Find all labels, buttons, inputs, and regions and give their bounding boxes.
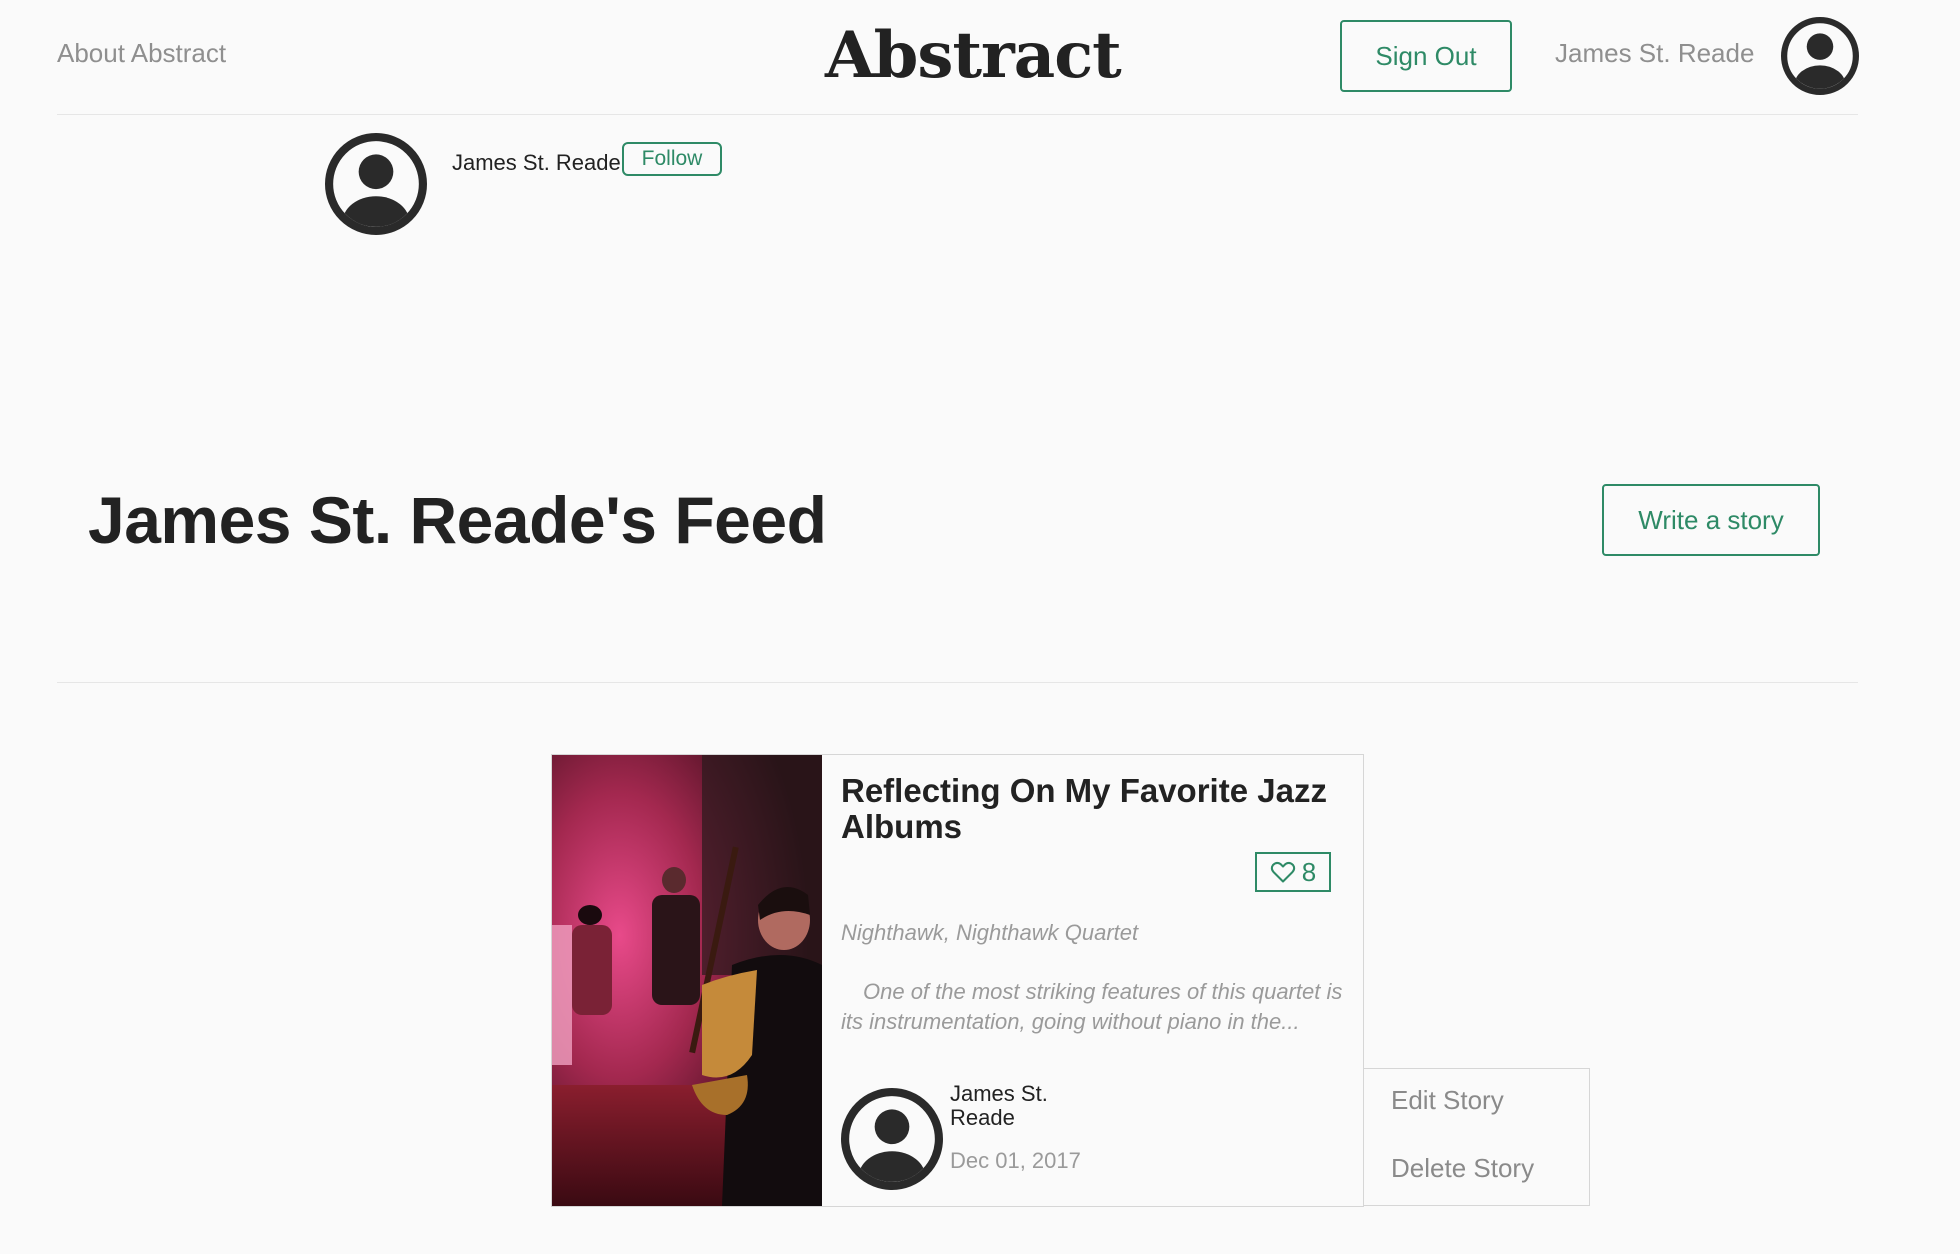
page: About Abstract Abstract Sign Out James S… xyxy=(0,0,1960,1254)
write-story-button[interactable]: Write a story xyxy=(1602,484,1820,556)
story-title[interactable]: Reflecting On My Favorite Jazz Albums xyxy=(841,773,1351,845)
story-date: Dec 01, 2017 xyxy=(950,1148,1081,1173)
edit-story-menu-item[interactable]: Edit Story xyxy=(1391,1085,1504,1116)
delete-story-menu-item[interactable]: Delete Story xyxy=(1391,1153,1534,1184)
sign-out-button[interactable]: Sign Out xyxy=(1340,20,1512,92)
story-author[interactable]: James St. Reade xyxy=(950,1082,1060,1130)
like-button[interactable]: 8 xyxy=(1255,852,1331,892)
story-card[interactable]: Reflecting On My Favorite Jazz Albums 8 … xyxy=(551,754,1364,1207)
story-options-menu: Edit Story Delete Story xyxy=(1363,1068,1590,1206)
profile-avatar-icon[interactable] xyxy=(325,133,427,235)
top-nav: About Abstract Abstract Sign Out James S… xyxy=(57,0,1859,115)
follow-button[interactable]: Follow xyxy=(622,142,722,176)
about-link[interactable]: About Abstract xyxy=(57,38,226,69)
user-avatar-icon[interactable] xyxy=(1781,17,1859,95)
profile-name[interactable]: James St. Reade xyxy=(452,150,621,176)
story-subtitle: Nighthawk, Nighthawk Quartet xyxy=(841,920,1139,945)
brand-logo[interactable]: Abstract xyxy=(825,18,1122,93)
story-excerpt: One of the most striking features of thi… xyxy=(841,979,1343,1034)
author-avatar-icon[interactable] xyxy=(841,1088,943,1190)
heart-icon xyxy=(1270,860,1296,884)
like-count: 8 xyxy=(1301,856,1317,887)
story-cover-image[interactable] xyxy=(552,755,822,1206)
feed-title: James St. Reade's Feed xyxy=(88,483,827,557)
section-divider xyxy=(57,682,1858,683)
header-username[interactable]: James St. Reade xyxy=(1555,38,1754,69)
